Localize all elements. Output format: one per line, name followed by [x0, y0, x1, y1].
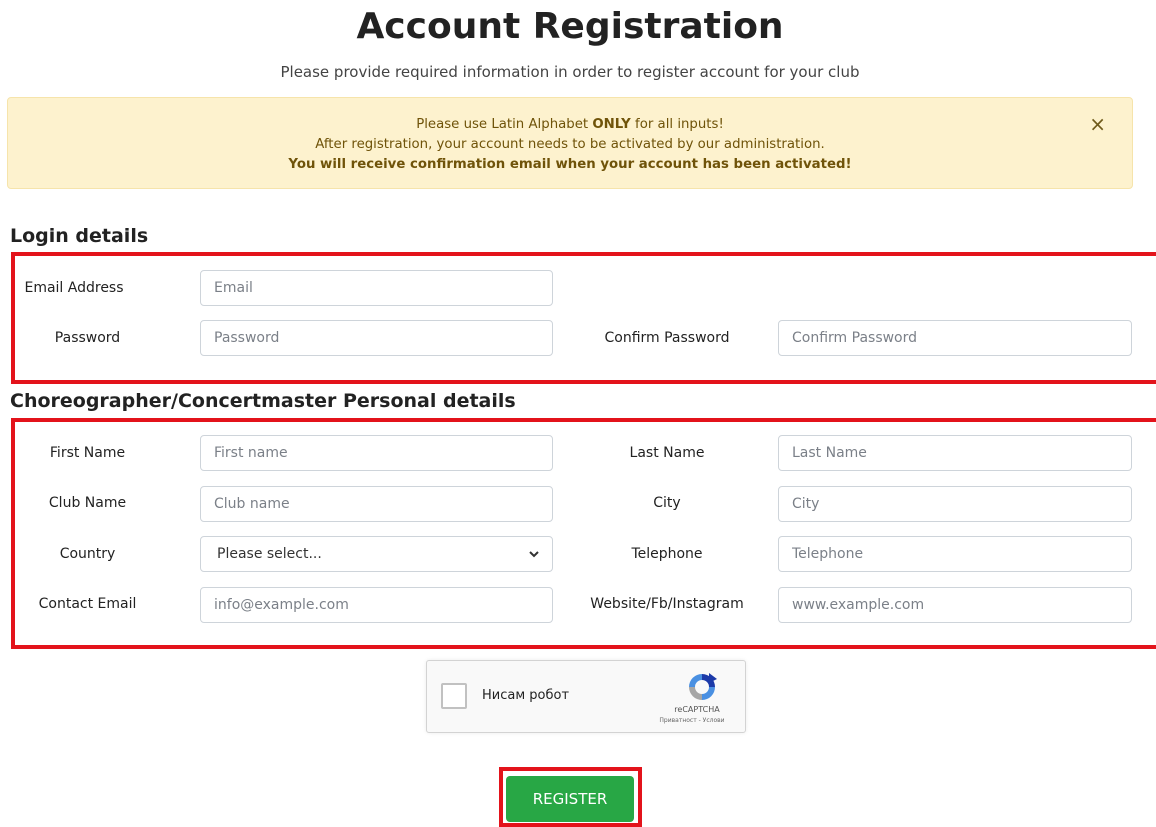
confirm-password-label: Confirm Password [604, 330, 730, 346]
club-name-input[interactable] [200, 486, 553, 522]
chevron-down-icon [529, 551, 539, 558]
email-label: Email Address [24, 280, 124, 296]
alert-close-icon[interactable]: × [1089, 114, 1106, 134]
recaptcha-checkbox[interactable] [441, 683, 467, 709]
telephone-input[interactable] [778, 536, 1132, 572]
alert-line-3: You will receive confirmation email when… [288, 157, 852, 172]
personal-section-title: Choreographer/Concertmaster Personal det… [10, 390, 516, 412]
club-name-label: Club Name [48, 495, 127, 511]
alert-line-1-prefix: Please use Latin Alphabet [416, 117, 593, 132]
website-label: Website/Fb/Instagram [590, 596, 744, 612]
country-label: Country [59, 546, 116, 562]
city-input[interactable] [778, 486, 1132, 522]
city-label: City [653, 495, 681, 511]
login-section-title: Login details [10, 225, 149, 247]
email-input[interactable] [200, 270, 553, 306]
first-name-label: First Name [49, 445, 126, 461]
first-name-input[interactable] [200, 435, 553, 471]
last-name-input[interactable] [778, 435, 1132, 471]
website-input[interactable] [778, 587, 1132, 623]
page-title: Account Registration [356, 6, 784, 47]
recaptcha-widget: Нисам робот reCAPTCHA Приватност - Услов… [426, 660, 746, 733]
alert-line-1-suffix: for all inputs! [630, 117, 724, 132]
recaptcha-logo-icon [689, 673, 717, 700]
recaptcha-brand: reCAPTCHA [674, 705, 720, 714]
recaptcha-terms-link[interactable]: Приватност - Услови [627, 717, 757, 724]
country-select[interactable]: Please select... [200, 536, 553, 572]
page-subtitle: Please provide required information in o… [280, 63, 860, 81]
alert-line-1: Please use Latin Alphabet ONLY for all i… [8, 115, 1132, 135]
contact-email-label: Contact Email [38, 596, 137, 612]
login-highlight-box [11, 252, 1156, 384]
password-input[interactable] [200, 320, 553, 356]
info-alert: Please use Latin Alphabet ONLY for all i… [7, 97, 1133, 189]
password-label: Password [54, 330, 121, 346]
last-name-label: Last Name [629, 445, 705, 461]
country-select-value: Please select... [217, 546, 322, 562]
contact-email-input[interactable] [200, 587, 553, 623]
confirm-password-input[interactable] [778, 320, 1132, 356]
alert-line-2: After registration, your account needs t… [315, 137, 825, 152]
recaptcha-label: Нисам робот [482, 688, 570, 703]
register-button[interactable]: REGISTER [506, 776, 634, 822]
alert-line-1-bold: ONLY [592, 117, 631, 132]
telephone-label: Telephone [631, 546, 703, 562]
